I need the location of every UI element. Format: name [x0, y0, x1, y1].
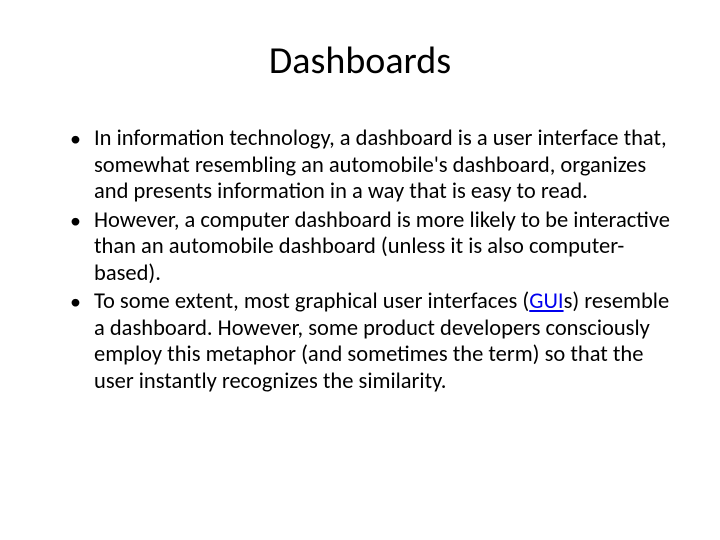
list-item: However, a computer dashboard is more li…: [70, 208, 670, 288]
bullet-text-pre: To some extent, most graphical user inte…: [94, 288, 529, 315]
slide-title: Dashboards: [50, 38, 670, 84]
list-item: To some extent, most graphical user inte…: [70, 289, 670, 395]
gui-link[interactable]: GUI: [529, 288, 563, 315]
list-item: In information technology, a dashboard i…: [70, 126, 670, 206]
bullet-text: In information technology, a dashboard i…: [94, 125, 667, 205]
bullet-list: In information technology, a dashboard i…: [50, 126, 670, 395]
bullet-text: However, a computer dashboard is more li…: [94, 207, 670, 287]
